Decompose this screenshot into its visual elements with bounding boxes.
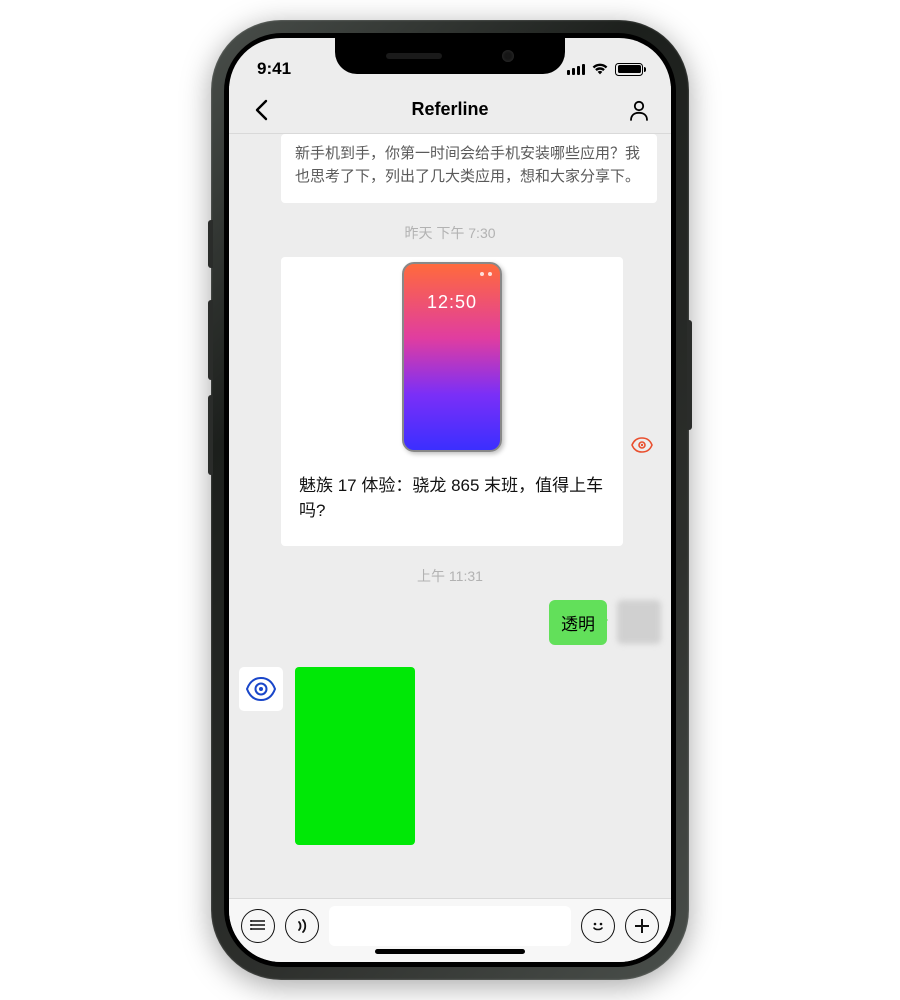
eye-logo-icon [246, 677, 276, 701]
nav-bar: Referline [229, 86, 671, 134]
article-caption: 魅族 17 体验：骁龙 865 末班，值得上车吗? [281, 457, 623, 546]
card-text: 新手机到手，你第一时间会给手机安装哪些应用？我也思考了下，列出了几大类应用，想和… [295, 145, 640, 185]
notch [335, 38, 565, 74]
screen: 9:41 Referline [229, 38, 671, 962]
eye-icon [631, 437, 653, 453]
emoji-button[interactable] [581, 909, 615, 943]
plus-icon [633, 917, 651, 935]
wifi-icon [591, 62, 609, 76]
outgoing-bubble[interactable]: 透明 [549, 600, 607, 645]
voice-icon [293, 917, 311, 935]
timestamp: 昨天 下午 7:30 [229, 223, 671, 243]
page-title: Referline [411, 99, 488, 120]
status-time: 9:41 [257, 59, 291, 79]
timestamp: 上午 11:31 [229, 566, 671, 586]
bubble-text: 透明 [561, 615, 595, 634]
avatar[interactable] [239, 667, 283, 711]
battery-icon [615, 63, 643, 76]
chevron-left-icon [254, 99, 268, 121]
add-button[interactable] [625, 909, 659, 943]
article-card[interactable]: 魅族 17 体验：骁龙 865 末班，值得上车吗? [281, 257, 623, 546]
smile-icon [588, 916, 608, 936]
chat-area[interactable]: 新手机到手，你第一时间会给手机安装哪些应用？我也思考了下，列出了几大类应用，想和… [229, 134, 671, 898]
phone-frame: 9:41 Referline [211, 20, 689, 980]
home-indicator[interactable] [375, 949, 525, 954]
back-button[interactable] [247, 96, 275, 124]
message-input[interactable] [329, 906, 571, 946]
signal-icon [567, 64, 586, 75]
avatar[interactable] [617, 600, 661, 644]
outgoing-row: 透明 [229, 600, 671, 645]
keyboard-icon [249, 919, 267, 933]
image-message[interactable] [295, 667, 415, 845]
person-icon [627, 98, 651, 122]
voice-button[interactable] [285, 909, 319, 943]
contact-button[interactable] [625, 96, 653, 124]
keyboard-button[interactable] [241, 909, 275, 943]
article-image [281, 257, 623, 457]
message-card[interactable]: 新手机到手，你第一时间会给手机安装哪些应用？我也思考了下，列出了几大类应用，想和… [281, 134, 657, 203]
incoming-row [229, 667, 671, 845]
